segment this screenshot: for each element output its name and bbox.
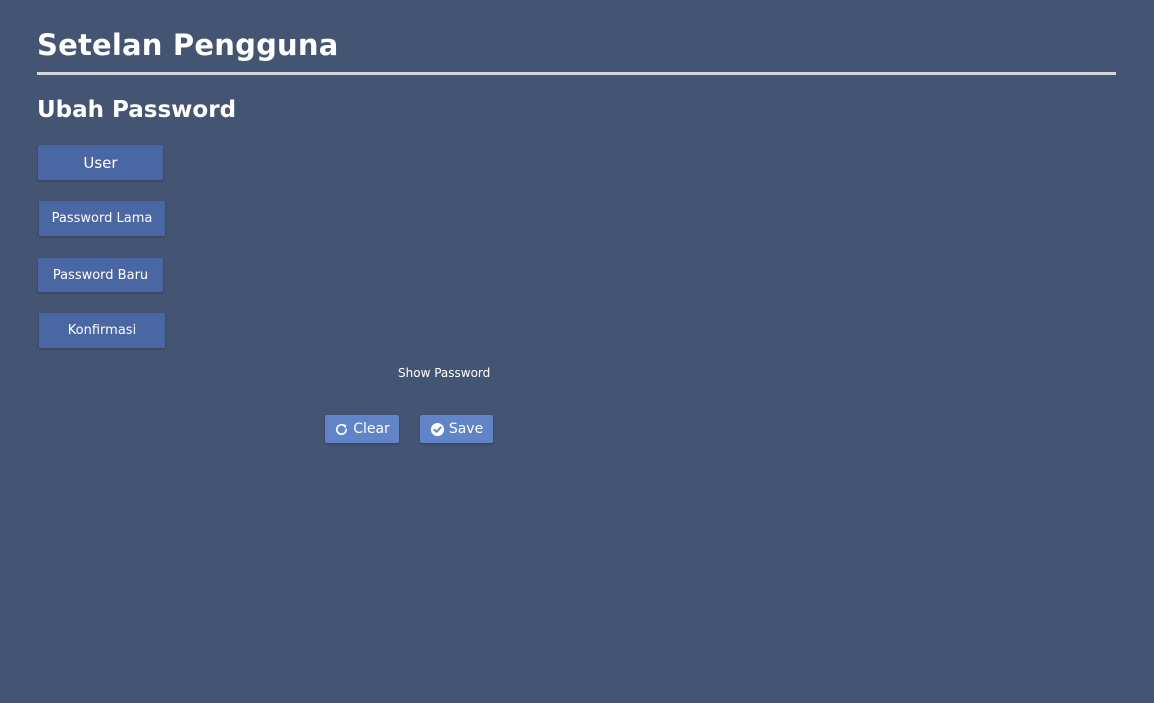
title-divider	[37, 72, 1116, 75]
old-password-label: Password Lama	[39, 201, 165, 236]
section-title: Ubah Password	[37, 97, 237, 123]
refresh-icon	[334, 422, 349, 437]
check-circle-icon	[430, 422, 445, 437]
show-password-toggle[interactable]: Show Password	[398, 365, 490, 381]
page-title: Setelan Pengguna	[37, 28, 339, 62]
save-button[interactable]: Save	[420, 415, 493, 443]
clear-button-label: Clear	[353, 421, 390, 437]
confirm-password-label: Konfirmasi	[39, 313, 165, 348]
new-password-label: Password Baru	[38, 258, 163, 292]
save-button-label: Save	[448, 421, 484, 437]
clear-button[interactable]: Clear	[325, 415, 399, 443]
user-label: User	[38, 145, 163, 180]
